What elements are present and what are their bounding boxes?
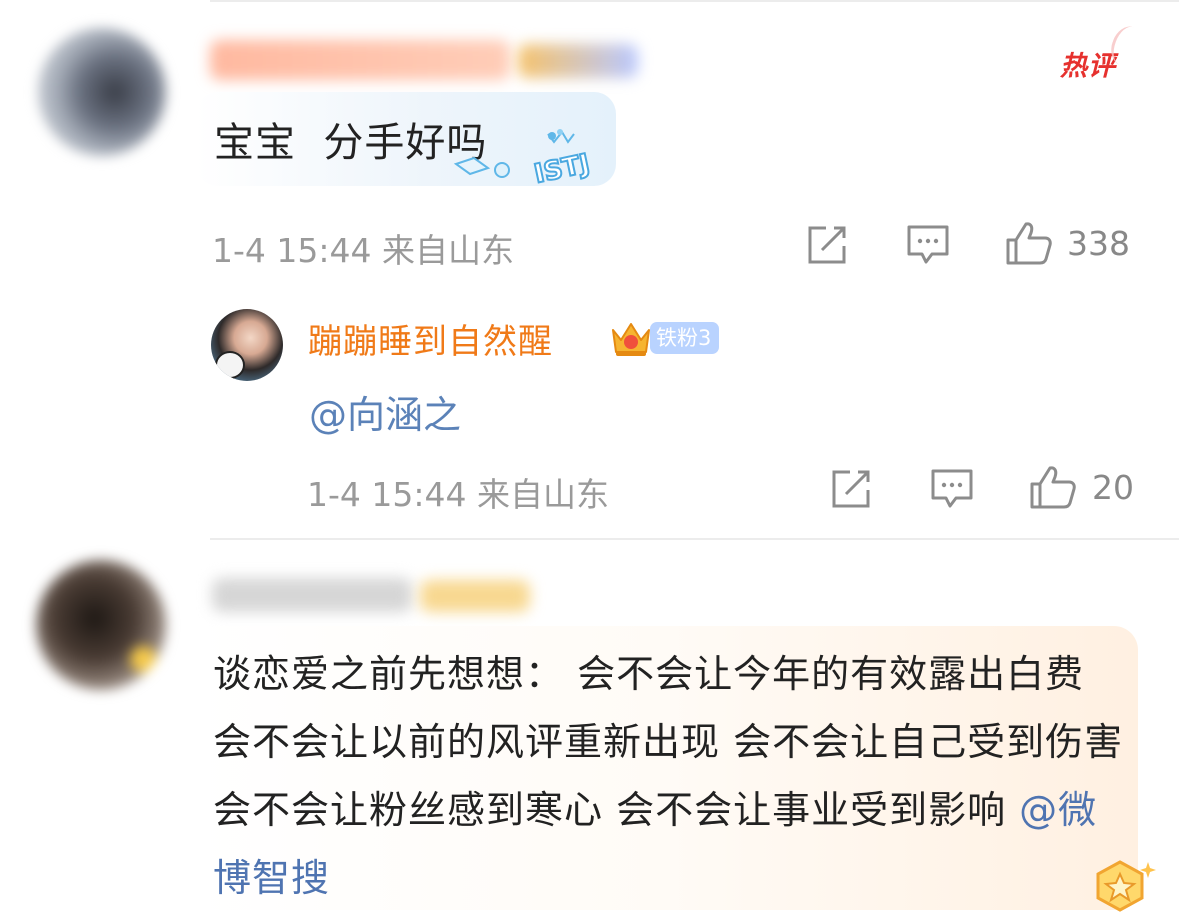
top-divider: [210, 0, 1179, 2]
like-count: 338: [1067, 224, 1130, 263]
avatar[interactable]: [36, 560, 166, 690]
blurred-username[interactable]: [210, 40, 510, 80]
reply-time: 1-4 15:44: [307, 475, 467, 514]
fan-badge: 铁粉3: [650, 322, 720, 354]
comment-meta: 1-4 15:44 来自山东: [212, 224, 514, 272]
comment-icon[interactable]: [930, 468, 974, 510]
comment-body: 谈恋爱之前先想想： 会不会让今年的有效露出白费 会不会让以前的风评重新出现 会不…: [213, 652, 1124, 832]
blurred-fan-badge: [518, 44, 638, 78]
comment-time: 1-4 15:44: [212, 231, 372, 270]
thumbs-up-icon[interactable]: [1029, 464, 1077, 510]
reply-location: 来自山东: [477, 475, 609, 514]
blurred-username[interactable]: [212, 578, 412, 612]
comment-text[interactable]: 宝宝 分手好吗: [214, 110, 487, 168]
hot-comment-label: 热评: [1060, 51, 1116, 82]
istj-label: ISTJ: [532, 149, 593, 190]
avatar[interactable]: [38, 28, 166, 156]
avatar-badge: [130, 646, 156, 672]
crown-icon: [612, 323, 650, 356]
reply-username[interactable]: 蹦蹦睡到自然醒: [308, 314, 553, 363]
share-icon[interactable]: [806, 224, 848, 266]
istj-decoration-icon: ISTJ: [453, 129, 593, 190]
panda-toy: [215, 351, 245, 379]
reply-meta: 1-4 15:44 来自山东: [307, 468, 609, 516]
comment-location: 来自山东: [382, 231, 514, 270]
share-icon[interactable]: [830, 468, 872, 510]
comment-icon[interactable]: [906, 224, 950, 266]
blurred-fan-badge: [420, 580, 530, 612]
reply-avatar[interactable]: [211, 309, 283, 381]
comment-text[interactable]: 谈恋爱之前先想想： 会不会让今年的有效露出白费 会不会让以前的风评重新出现 会不…: [213, 640, 1128, 912]
thumbs-up-icon[interactable]: [1005, 220, 1053, 266]
like-count: 20: [1092, 468, 1134, 507]
comment-divider: [210, 538, 1179, 540]
vip-badge-icon: [1096, 860, 1156, 912]
mention-link[interactable]: @向涵之: [309, 384, 461, 439]
